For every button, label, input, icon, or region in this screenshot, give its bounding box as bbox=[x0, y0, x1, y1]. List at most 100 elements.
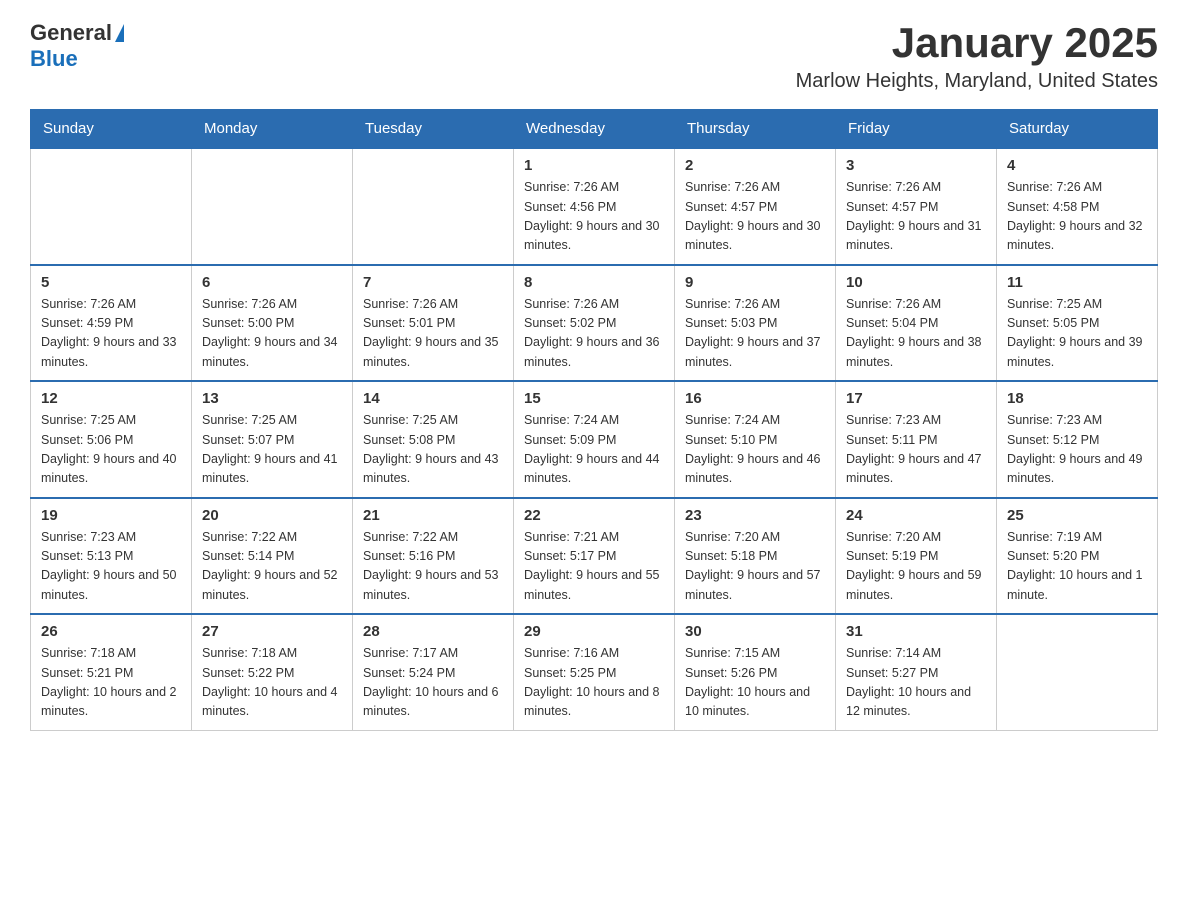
calendar-cell: 24 Sunrise: 7:20 AM Sunset: 5:19 PM Dayli… bbox=[836, 498, 997, 615]
day-number: 8 bbox=[524, 274, 664, 291]
calendar-cell: 4 Sunrise: 7:26 AM Sunset: 4:58 PM Daylig… bbox=[997, 148, 1158, 265]
day-info: Sunrise: 7:26 AM Sunset: 5:04 PM Dayligh… bbox=[846, 295, 986, 373]
day-info: Sunrise: 7:15 AM Sunset: 5:26 PM Dayligh… bbox=[685, 644, 825, 722]
day-number: 30 bbox=[685, 623, 825, 640]
day-info: Sunrise: 7:26 AM Sunset: 5:03 PM Dayligh… bbox=[685, 295, 825, 373]
day-number: 28 bbox=[363, 623, 503, 640]
calendar-cell bbox=[353, 148, 514, 265]
day-info: Sunrise: 7:24 AM Sunset: 5:09 PM Dayligh… bbox=[524, 411, 664, 489]
day-number: 20 bbox=[202, 507, 342, 524]
calendar-cell: 29Sunrise: 7:16 AM Sunset: 5:25 PM Dayli… bbox=[514, 614, 675, 730]
day-number: 16 bbox=[685, 390, 825, 407]
day-number: 4 bbox=[1007, 157, 1147, 174]
location-subtitle: Marlow Heights, Maryland, United States bbox=[796, 70, 1158, 93]
logo-blue-text: Blue bbox=[30, 46, 78, 72]
column-header-thursday: Thursday bbox=[675, 110, 836, 149]
day-number: 18 bbox=[1007, 390, 1147, 407]
day-info: Sunrise: 7:23 AM Sunset: 5:11 PM Dayligh… bbox=[846, 411, 986, 489]
day-info: Sunrise: 7:26 AM Sunset: 5:02 PM Dayligh… bbox=[524, 295, 664, 373]
calendar-cell: 10 Sunrise: 7:26 AM Sunset: 5:04 PM Dayli… bbox=[836, 265, 997, 382]
day-number: 26 bbox=[41, 623, 181, 640]
calendar-cell: 26 Sunrise: 7:18 AM Sunset: 5:21 PM Dayli… bbox=[31, 614, 192, 730]
calendar-cell: 6 Sunrise: 7:26 AM Sunset: 5:00 PM Daylig… bbox=[192, 265, 353, 382]
calendar-cell: 13 Sunrise: 7:25 AM Sunset: 5:07 PM Dayli… bbox=[192, 381, 353, 498]
day-info: Sunrise: 7:26 AM Sunset: 5:01 PM Dayligh… bbox=[363, 295, 503, 373]
calendar-cell: 2Sunrise: 7:26 AM Sunset: 4:57 PM Daylig… bbox=[675, 148, 836, 265]
day-info: Sunrise: 7:26 AM Sunset: 4:58 PM Dayligh… bbox=[1007, 178, 1147, 256]
day-info: Sunrise: 7:20 AM Sunset: 5:19 PM Dayligh… bbox=[846, 528, 986, 606]
day-number: 6 bbox=[202, 274, 342, 291]
day-number: 13 bbox=[202, 390, 342, 407]
day-info: Sunrise: 7:22 AM Sunset: 5:14 PM Dayligh… bbox=[202, 528, 342, 606]
column-header-monday: Monday bbox=[192, 110, 353, 149]
calendar-cell: 12 Sunrise: 7:25 AM Sunset: 5:06 PM Dayli… bbox=[31, 381, 192, 498]
day-info: Sunrise: 7:20 AM Sunset: 5:18 PM Dayligh… bbox=[685, 528, 825, 606]
day-info: Sunrise: 7:14 AM Sunset: 5:27 PM Dayligh… bbox=[846, 644, 986, 722]
calendar-cell: 18 Sunrise: 7:23 AM Sunset: 5:12 PM Dayli… bbox=[997, 381, 1158, 498]
calendar-header-row: SundayMondayTuesdayWednesdayThursdayFrid… bbox=[31, 110, 1158, 149]
day-info: Sunrise: 7:26 AM Sunset: 4:56 PM Dayligh… bbox=[524, 178, 664, 256]
day-number: 24 bbox=[846, 507, 986, 524]
column-header-friday: Friday bbox=[836, 110, 997, 149]
day-number: 1 bbox=[524, 157, 664, 174]
day-number: 5 bbox=[41, 274, 181, 291]
calendar-week-row: 1 Sunrise: 7:26 AM Sunset: 4:56 PM Daylig… bbox=[31, 148, 1158, 265]
day-info: Sunrise: 7:23 AM Sunset: 5:12 PM Dayligh… bbox=[1007, 411, 1147, 489]
day-info: Sunrise: 7:21 AM Sunset: 5:17 PM Dayligh… bbox=[524, 528, 664, 606]
day-info: Sunrise: 7:26 AM Sunset: 4:57 PM Dayligh… bbox=[846, 178, 986, 256]
calendar-cell: 1 Sunrise: 7:26 AM Sunset: 4:56 PM Daylig… bbox=[514, 148, 675, 265]
calendar-cell: 28 Sunrise: 7:17 AM Sunset: 5:24 PM Dayli… bbox=[353, 614, 514, 730]
calendar-cell bbox=[31, 148, 192, 265]
day-info: Sunrise: 7:25 AM Sunset: 5:08 PM Dayligh… bbox=[363, 411, 503, 489]
day-number: 23 bbox=[685, 507, 825, 524]
day-info: Sunrise: 7:19 AM Sunset: 5:20 PM Dayligh… bbox=[1007, 528, 1147, 606]
day-info: Sunrise: 7:17 AM Sunset: 5:24 PM Dayligh… bbox=[363, 644, 503, 722]
column-header-saturday: Saturday bbox=[997, 110, 1158, 149]
day-info: Sunrise: 7:18 AM Sunset: 5:22 PM Dayligh… bbox=[202, 644, 342, 722]
calendar-week-row: 5 Sunrise: 7:26 AM Sunset: 4:59 PM Daylig… bbox=[31, 265, 1158, 382]
calendar-cell: 23 Sunrise: 7:20 AM Sunset: 5:18 PM Dayli… bbox=[675, 498, 836, 615]
column-header-tuesday: Tuesday bbox=[353, 110, 514, 149]
calendar-cell: 25 Sunrise: 7:19 AM Sunset: 5:20 PM Dayli… bbox=[997, 498, 1158, 615]
calendar-cell: 7 Sunrise: 7:26 AM Sunset: 5:01 PM Daylig… bbox=[353, 265, 514, 382]
calendar-cell: 16 Sunrise: 7:24 AM Sunset: 5:10 PM Dayli… bbox=[675, 381, 836, 498]
calendar-cell bbox=[997, 614, 1158, 730]
day-number: 27 bbox=[202, 623, 342, 640]
calendar-cell: 17 Sunrise: 7:23 AM Sunset: 5:11 PM Dayli… bbox=[836, 381, 997, 498]
calendar-cell: 3 Sunrise: 7:26 AM Sunset: 4:57 PM Daylig… bbox=[836, 148, 997, 265]
calendar-week-row: 26 Sunrise: 7:18 AM Sunset: 5:21 PM Dayli… bbox=[31, 614, 1158, 730]
calendar-week-row: 19Sunrise: 7:23 AM Sunset: 5:13 PM Dayli… bbox=[31, 498, 1158, 615]
day-number: 3 bbox=[846, 157, 986, 174]
calendar-cell: 21 Sunrise: 7:22 AM Sunset: 5:16 PM Dayli… bbox=[353, 498, 514, 615]
calendar-cell: 19Sunrise: 7:23 AM Sunset: 5:13 PM Dayli… bbox=[31, 498, 192, 615]
calendar-cell: 30 Sunrise: 7:15 AM Sunset: 5:26 PM Dayli… bbox=[675, 614, 836, 730]
day-number: 29 bbox=[524, 623, 664, 640]
day-number: 15 bbox=[524, 390, 664, 407]
calendar-cell: 5 Sunrise: 7:26 AM Sunset: 4:59 PM Daylig… bbox=[31, 265, 192, 382]
page-header: General Blue January 2025 Marlow Heights… bbox=[30, 20, 1158, 93]
month-title: January 2025 bbox=[796, 20, 1158, 66]
day-info: Sunrise: 7:22 AM Sunset: 5:16 PM Dayligh… bbox=[363, 528, 503, 606]
day-number: 12 bbox=[41, 390, 181, 407]
calendar-cell: 22Sunrise: 7:21 AM Sunset: 5:17 PM Dayli… bbox=[514, 498, 675, 615]
column-header-sunday: Sunday bbox=[31, 110, 192, 149]
day-number: 25 bbox=[1007, 507, 1147, 524]
day-number: 7 bbox=[363, 274, 503, 291]
calendar-cell: 20 Sunrise: 7:22 AM Sunset: 5:14 PM Dayli… bbox=[192, 498, 353, 615]
day-info: Sunrise: 7:26 AM Sunset: 4:57 PM Dayligh… bbox=[685, 178, 825, 256]
day-info: Sunrise: 7:26 AM Sunset: 5:00 PM Dayligh… bbox=[202, 295, 342, 373]
day-number: 21 bbox=[363, 507, 503, 524]
day-number: 17 bbox=[846, 390, 986, 407]
day-info: Sunrise: 7:18 AM Sunset: 5:21 PM Dayligh… bbox=[41, 644, 181, 722]
day-info: Sunrise: 7:25 AM Sunset: 5:06 PM Dayligh… bbox=[41, 411, 181, 489]
calendar-cell: 9Sunrise: 7:26 AM Sunset: 5:03 PM Daylig… bbox=[675, 265, 836, 382]
title-area: January 2025 Marlow Heights, Maryland, U… bbox=[796, 20, 1158, 93]
day-info: Sunrise: 7:24 AM Sunset: 5:10 PM Dayligh… bbox=[685, 411, 825, 489]
calendar-table: SundayMondayTuesdayWednesdayThursdayFrid… bbox=[30, 109, 1158, 731]
day-info: Sunrise: 7:25 AM Sunset: 5:07 PM Dayligh… bbox=[202, 411, 342, 489]
logo-general-text: General bbox=[30, 20, 112, 46]
day-number: 19 bbox=[41, 507, 181, 524]
calendar-cell: 14Sunrise: 7:25 AM Sunset: 5:08 PM Dayli… bbox=[353, 381, 514, 498]
day-info: Sunrise: 7:26 AM Sunset: 4:59 PM Dayligh… bbox=[41, 295, 181, 373]
day-number: 10 bbox=[846, 274, 986, 291]
